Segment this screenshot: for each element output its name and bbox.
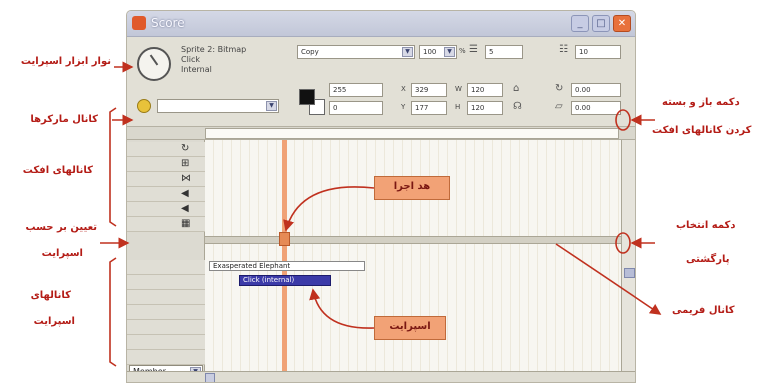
height-field[interactable]: 120 bbox=[467, 101, 503, 115]
vertical-scrollbar[interactable] bbox=[621, 140, 635, 382]
annotation-reverse-1: دکمه انتخاب bbox=[676, 220, 736, 231]
sprite-channel-5[interactable] bbox=[127, 320, 205, 335]
h-label: H bbox=[455, 103, 461, 111]
blend-value: 100 bbox=[423, 48, 437, 56]
sprite-span-2[interactable]: Click (internal) bbox=[239, 275, 331, 286]
annotation-sprite-channels-2: اسپرایت bbox=[33, 316, 75, 327]
frame-channel[interactable] bbox=[205, 236, 621, 244]
scroll-left-icon[interactable] bbox=[205, 373, 215, 382]
annotation-sprite-channels-1: کانالهای bbox=[30, 290, 71, 301]
marker-strip[interactable] bbox=[205, 128, 619, 139]
sound2-channel[interactable]: ◀ bbox=[127, 202, 205, 217]
chevron-down-icon: ▼ bbox=[402, 47, 413, 57]
ink-dropdown[interactable]: Copy ▼ bbox=[297, 45, 415, 59]
chevron-down-icon: ▼ bbox=[444, 47, 455, 57]
palette-icon: ⊞ bbox=[181, 158, 190, 169]
window-title: Score bbox=[151, 16, 185, 30]
callout-sprite: اسپرایت bbox=[374, 316, 446, 340]
w-label: W bbox=[455, 85, 462, 93]
sprite-channel-2[interactable] bbox=[127, 275, 205, 290]
tweak-icon[interactable]: ☊ bbox=[513, 101, 522, 112]
annotation-marker-channel: کانال مارکرها bbox=[30, 114, 98, 125]
editable-icon[interactable]: ⌂ bbox=[513, 83, 519, 94]
sprite-channel-3[interactable] bbox=[127, 290, 205, 305]
behavior-icon[interactable] bbox=[137, 99, 151, 113]
annotation-sprite-toolbar: نوار ابزار اسپرایت bbox=[20, 56, 111, 67]
x-label: X bbox=[401, 85, 406, 93]
annotation-display-by: تعیین بر حسب bbox=[25, 222, 97, 233]
channel-headers: ↻ ⊞ ⋈ ◀ ◀ ▦ Member ▼ bbox=[127, 140, 205, 382]
chevron-down-icon: ▼ bbox=[266, 101, 277, 111]
script-icon: ▦ bbox=[181, 218, 191, 229]
sprite-channel-6[interactable] bbox=[127, 335, 205, 350]
palette-channel[interactable]: ⊞ bbox=[127, 157, 205, 172]
title-bar[interactable]: Score _ □ ✕ bbox=[127, 11, 635, 37]
sprite-span-1[interactable]: Exasperated Elephant bbox=[209, 261, 365, 271]
sprite-name: Sprite 2: Bitmap bbox=[181, 45, 247, 54]
start-frame-field[interactable]: 5 bbox=[485, 45, 523, 59]
sound1-icon: ◀ bbox=[181, 188, 189, 199]
annotation-display-by-2: اسپرایت bbox=[41, 248, 83, 259]
sprite-info: Sprite 2: Bitmap Click Internal bbox=[181, 45, 246, 75]
callout-playhead: هد اجرا bbox=[374, 176, 450, 200]
sprite-channel-4[interactable] bbox=[127, 305, 205, 320]
director-app-icon bbox=[132, 16, 146, 30]
background-field[interactable]: 0 bbox=[329, 101, 383, 115]
scroll-thumb[interactable] bbox=[624, 268, 635, 278]
tempo-channel[interactable]: ↻ bbox=[127, 142, 205, 157]
blend-unit: % bbox=[459, 47, 466, 55]
close-icon[interactable]: ✕ bbox=[613, 15, 631, 32]
marker-channel[interactable] bbox=[127, 127, 635, 140]
y-label: Y bbox=[401, 103, 406, 111]
transition-channel[interactable]: ⋈ bbox=[127, 172, 205, 187]
maximize-icon[interactable]: □ bbox=[592, 15, 610, 32]
sprite-toolbar: Sprite 2: Bitmap Click Internal ▼ Copy ▼… bbox=[127, 37, 635, 127]
skew-icon: ▱ bbox=[555, 101, 563, 112]
behavior-dropdown[interactable]: ▼ bbox=[157, 99, 279, 113]
annotation-open-close-2: کردن کانالهای افکت bbox=[652, 125, 752, 136]
x-field[interactable]: 329 bbox=[411, 83, 447, 97]
annotation-reverse-2: پارگشتی bbox=[686, 254, 730, 265]
blend-field[interactable]: 100 ▼ bbox=[419, 45, 457, 59]
annotation-frame-channel: کانال فریمی bbox=[672, 305, 735, 316]
width-field[interactable]: 120 bbox=[467, 83, 503, 97]
start-frame-icon: ☰ bbox=[469, 44, 478, 55]
sprite-castlib: Internal bbox=[181, 65, 212, 74]
sprite-thumbnail-icon bbox=[137, 47, 171, 81]
transition-icon: ⋈ bbox=[181, 173, 191, 184]
playhead-handle[interactable] bbox=[279, 232, 290, 246]
sound2-icon: ◀ bbox=[181, 203, 189, 214]
end-frame-field[interactable]: 10 bbox=[575, 45, 621, 59]
ink-value: Copy bbox=[301, 48, 319, 56]
annotation-open-close-1: دکمه باز و بسته bbox=[662, 97, 740, 108]
script-channel[interactable]: ▦ bbox=[127, 217, 205, 232]
sprite-member: Click bbox=[181, 55, 201, 64]
sound1-channel[interactable]: ◀ bbox=[127, 187, 205, 202]
horizontal-scrollbar[interactable] bbox=[127, 371, 635, 382]
tempo-icon: ↻ bbox=[181, 143, 190, 154]
y-field[interactable]: 177 bbox=[411, 101, 447, 115]
rotation-field[interactable]: 0.00 bbox=[571, 83, 621, 97]
sprite-channel-7[interactable] bbox=[127, 350, 205, 365]
rotation-icon: ↻ bbox=[555, 83, 564, 94]
sprite-channel-1[interactable] bbox=[127, 260, 205, 275]
skew-field[interactable]: 0.00 bbox=[571, 101, 621, 115]
foreground-color-swatch[interactable] bbox=[299, 89, 315, 105]
annotation-effects-channels: کانالهای افکت bbox=[22, 165, 93, 176]
minimize-icon[interactable]: _ bbox=[571, 15, 589, 32]
playhead[interactable] bbox=[282, 140, 287, 376]
end-frame-icon: ☷ bbox=[559, 44, 568, 55]
foreground-field[interactable]: 255 bbox=[329, 83, 383, 97]
